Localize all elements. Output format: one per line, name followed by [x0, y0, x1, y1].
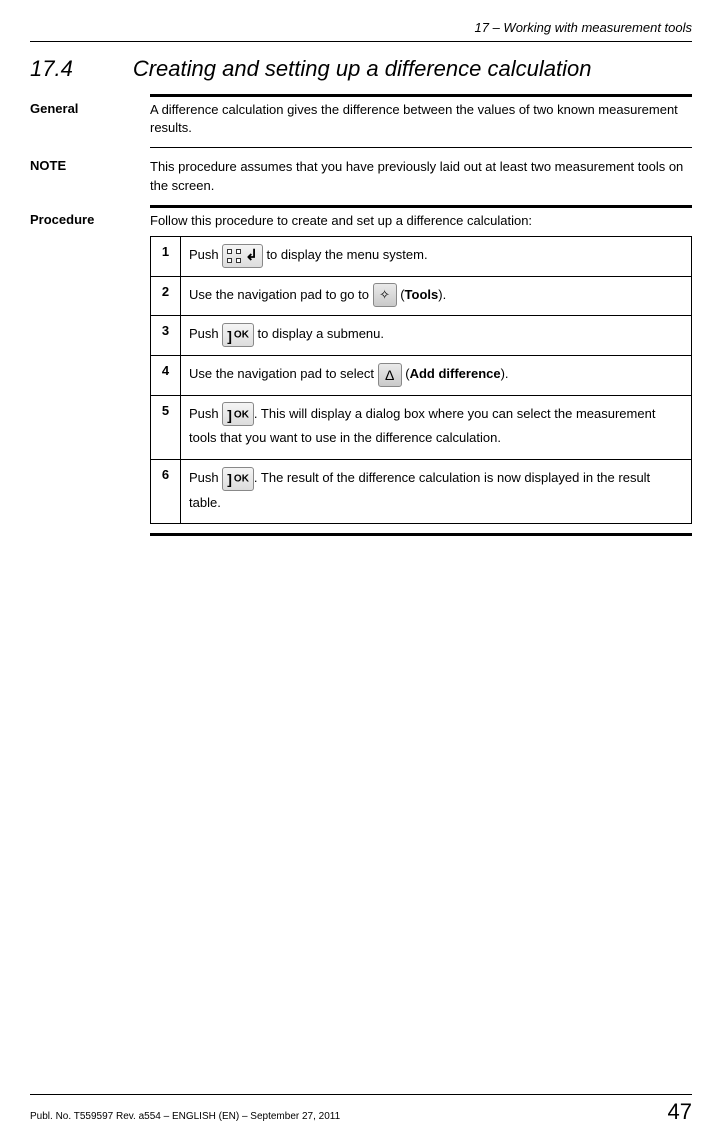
rule	[150, 205, 692, 208]
note-label: NOTE	[30, 158, 150, 194]
section-heading: 17.4 Creating and setting up a differenc…	[30, 56, 692, 82]
procedure-block: Procedure Follow this procedure to creat…	[30, 212, 692, 525]
text-part: Use the navigation pad to select	[189, 366, 378, 381]
general-block: General A difference calculation gives t…	[30, 101, 692, 137]
step-text: Push ↲ to display the menu system.	[181, 236, 692, 276]
text-part: ).	[501, 366, 509, 381]
text-part: . The result of the difference calculati…	[189, 470, 650, 510]
text-part: to display a submenu.	[254, 326, 384, 341]
step-text: Push ]OK to display a submenu.	[181, 316, 692, 356]
text-bold: Tools	[405, 287, 439, 302]
note-text: This procedure assumes that you have pre…	[150, 158, 692, 194]
step-text: Use the navigation pad to go to ✧ (Tools…	[181, 276, 692, 316]
procedure-content: Follow this procedure to create and set …	[150, 212, 692, 525]
ok-button-icon: ]OK	[222, 402, 254, 426]
step-text: Use the navigation pad to select Δ (Add …	[181, 356, 692, 396]
procedure-table: 1 Push ↲ to display the menu system. 2 U…	[150, 236, 692, 525]
step-text: Push ]OK. The result of the difference c…	[181, 460, 692, 524]
heading-number: 17.4	[30, 56, 73, 82]
table-row: 5 Push ]OK. This will display a dialog b…	[151, 395, 692, 459]
table-row: 1 Push ↲ to display the menu system.	[151, 236, 692, 276]
chapter-header: 17 – Working with measurement tools	[30, 20, 692, 42]
text-part: Push	[189, 470, 222, 485]
rule	[150, 533, 692, 536]
table-row: 2 Use the navigation pad to go to ✧ (Too…	[151, 276, 692, 316]
procedure-intro: Follow this procedure to create and set …	[150, 212, 692, 230]
step-number: 6	[151, 460, 181, 524]
rule	[150, 147, 692, 148]
text-part: Push	[189, 326, 222, 341]
delta-icon: Δ	[378, 363, 402, 387]
text-part: (	[397, 287, 405, 302]
text-part: to display the menu system.	[263, 247, 428, 262]
step-text: Push ]OK. This will display a dialog box…	[181, 395, 692, 459]
text-bold: Add difference	[410, 366, 501, 381]
text-part: ).	[438, 287, 446, 302]
heading-title: Creating and setting up a difference cal…	[133, 56, 592, 82]
table-row: 3 Push ]OK to display a submenu.	[151, 316, 692, 356]
footer-pub-info: Publ. No. T559597 Rev. a554 – ENGLISH (E…	[30, 1111, 340, 1122]
text-part: Use the navigation pad to go to	[189, 287, 373, 302]
page-number: 47	[668, 1099, 692, 1125]
step-number: 2	[151, 276, 181, 316]
tools-icon: ✧	[373, 283, 397, 307]
text-part: . This will display a dialog box where y…	[189, 406, 655, 446]
step-number: 1	[151, 236, 181, 276]
step-number: 4	[151, 356, 181, 396]
ok-button-icon: ]OK	[222, 467, 254, 491]
menu-button-icon: ↲	[222, 244, 263, 268]
text-part: Push	[189, 247, 222, 262]
general-label: General	[30, 101, 150, 137]
ok-button-icon: ]OK	[222, 323, 254, 347]
step-number: 3	[151, 316, 181, 356]
table-row: 6 Push ]OK. The result of the difference…	[151, 460, 692, 524]
step-number: 5	[151, 395, 181, 459]
note-block: NOTE This procedure assumes that you hav…	[30, 158, 692, 194]
general-text: A difference calculation gives the diffe…	[150, 101, 692, 137]
rule	[150, 94, 692, 97]
procedure-label: Procedure	[30, 212, 150, 525]
text-part: Push	[189, 406, 222, 421]
page-footer: Publ. No. T559597 Rev. a554 – ENGLISH (E…	[30, 1094, 692, 1125]
table-row: 4 Use the navigation pad to select Δ (Ad…	[151, 356, 692, 396]
text-part: (	[402, 366, 410, 381]
